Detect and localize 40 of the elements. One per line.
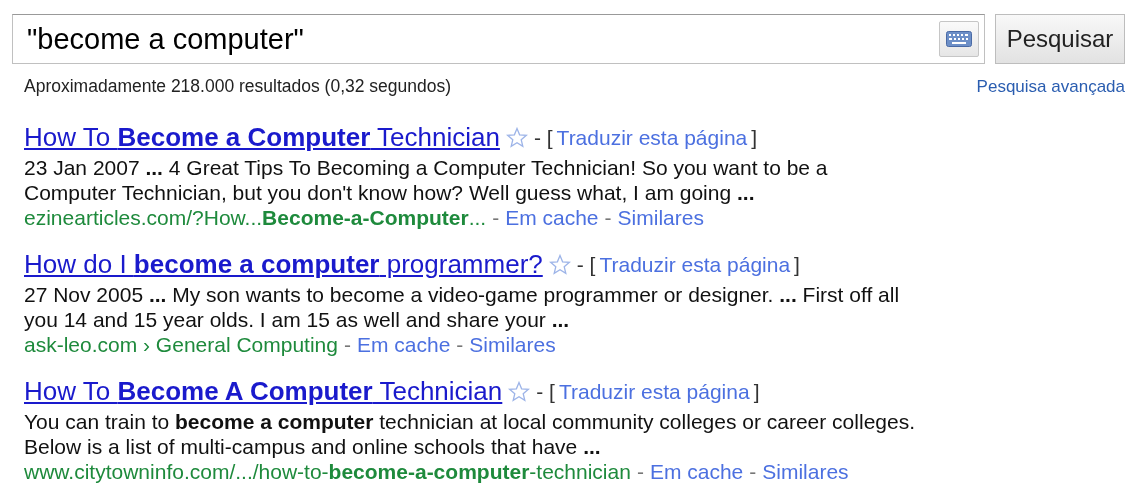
bracket-text: - [ — [576, 252, 596, 277]
result-title-link[interactable]: How To Become a Computer Technician — [24, 122, 500, 153]
search-box[interactable]: "become a computer" — [12, 14, 985, 64]
separator-text: - — [604, 205, 612, 230]
star-icon[interactable] — [548, 254, 571, 275]
result-snippet: You can train to become a computer technician at local community colleges or career colleges. Below is a list of multi-campus and online schools that have ... — [24, 409, 916, 459]
separator-text: - — [749, 459, 757, 484]
result-url: www.citytowninfo.com/.../how-to-become-a-computer-technician — [24, 459, 631, 484]
separator-text: - — [343, 332, 351, 357]
keyboard-icon — [946, 31, 972, 47]
result-action-link[interactable]: Similares — [469, 332, 556, 357]
result-title-link[interactable]: How do I become a computer programmer? — [24, 249, 543, 280]
bracket-text: ] — [751, 125, 758, 150]
result-snippet: 27 Nov 2005 ... My son wants to become a video-game programmer or designer. ... First off all you 14 and 15 year olds. I am 15 as well and share your ... — [24, 282, 901, 332]
bracket-text: ] — [794, 252, 800, 277]
result-title-link[interactable]: How To Become A Computer Technician — [24, 376, 503, 407]
separator-text: - — [636, 459, 644, 484]
result-action-link[interactable]: Em cache — [356, 332, 451, 357]
result-action-link[interactable]: Similares — [762, 459, 849, 484]
result-action-link[interactable]: Similares — [617, 205, 704, 230]
bracket-text: - [ — [536, 379, 555, 404]
result-stats: Aproximadamente 218.000 resultados (0,32 segundos) — [24, 76, 452, 97]
translate-link[interactable]: Traduzir esta página — [599, 252, 791, 277]
result-url: ezinearticles.com/?How...Become-a-Computer... — [24, 205, 487, 230]
star-icon[interactable] — [508, 381, 531, 402]
search-field[interactable]: "become a computer" — [27, 22, 939, 56]
search-button[interactable]: Pesquisar — [995, 14, 1125, 64]
bracket-text: - [ — [533, 125, 553, 150]
separator-text: - — [492, 205, 500, 230]
translate-link[interactable]: Traduzir esta página — [556, 125, 748, 150]
result-action-link[interactable]: Em cache — [649, 459, 744, 484]
bracket-text: ] — [753, 379, 760, 404]
separator-text: - — [456, 332, 464, 357]
keyboard-button[interactable] — [939, 21, 979, 57]
advanced-search-link[interactable]: Pesquisa avançada — [976, 76, 1125, 97]
result-url: ask-leo.com › General Computing — [24, 332, 338, 357]
result-action-link[interactable]: Em cache — [505, 205, 599, 230]
result-snippet: 23 Jan 2007 ... 4 Great Tips To Becoming a Computer Technician! So you want to be a Computer Technician, but you don't know how? Well guess what, I am going ... — [24, 155, 829, 205]
translate-link[interactable]: Traduzir esta página — [558, 379, 750, 404]
star-icon[interactable] — [505, 127, 528, 148]
